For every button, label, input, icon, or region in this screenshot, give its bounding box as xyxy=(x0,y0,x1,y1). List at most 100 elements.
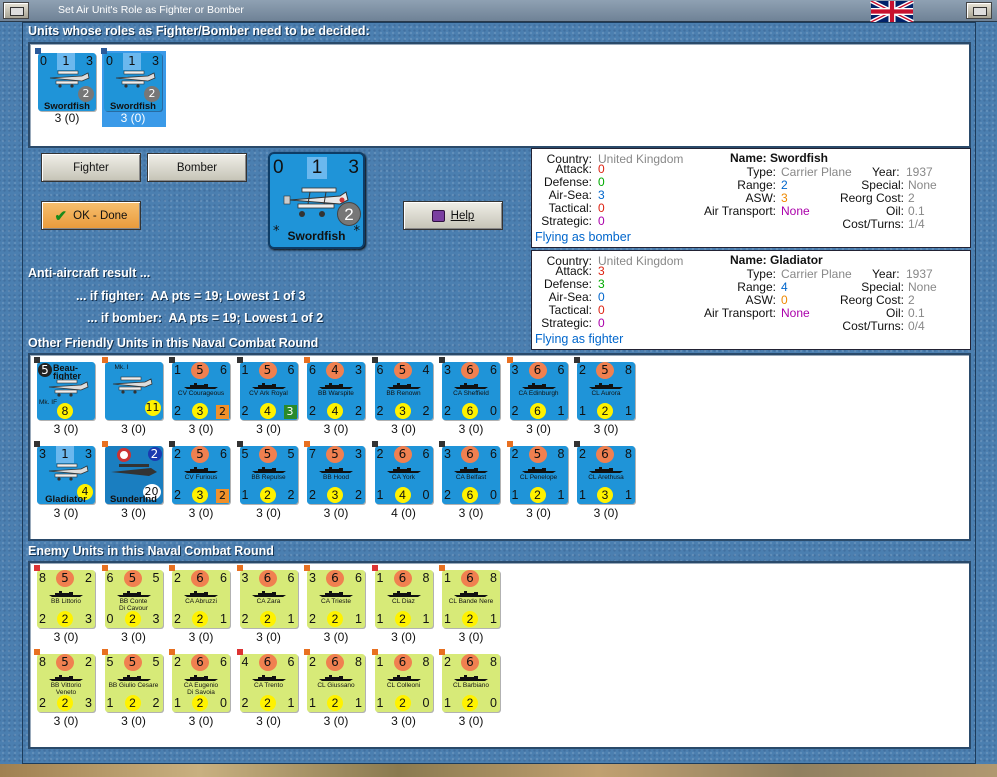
unit-circle-value: 2 xyxy=(78,86,94,102)
unit-attack: 5 xyxy=(38,363,52,377)
undecided-unit[interactable]: 0 1 3 2 Swordfish 3 (0) xyxy=(101,48,166,127)
friendly-unit-counter[interactable]: 2 5 6 CV Furious 2 3 2 xyxy=(169,441,230,504)
unit-range: 3 xyxy=(355,363,362,377)
unit-counter[interactable]: 0 1 3 2 Swordfish xyxy=(101,48,162,111)
friendly-unit-counter[interactable]: Mk. I 11 xyxy=(101,357,163,420)
unit-circle-value: 2 xyxy=(144,86,160,102)
unit-counter[interactable]: 0 1 3 2 Swordfish xyxy=(35,48,96,111)
friendly-unit-counter[interactable]: 5 Beau- fighter Mk. IF 8 xyxy=(34,357,95,420)
unit-attack: 7 xyxy=(309,447,316,461)
enemy-unit-counter[interactable]: 2 6 6 CA Eugenio Di Savoia 1 2 0 xyxy=(169,649,230,712)
unit-range: 8 xyxy=(625,363,632,377)
unit-aa-value: 2 xyxy=(259,695,276,711)
unit-attack: 2 xyxy=(579,447,586,461)
enemy-unit-counter[interactable]: 2 6 8 CL Barbiano 1 2 0 xyxy=(439,649,500,712)
unit-name: CA Sheffield xyxy=(453,390,489,397)
enemy-unit-counter[interactable]: 8 5 2 BB Littorio 2 2 3 xyxy=(34,565,95,628)
unit-aa-value: 2 xyxy=(462,611,478,627)
unit-range: 3 xyxy=(85,447,92,461)
enemy-unit-counter[interactable]: 8 5 2 BB Vittorio Veneto 2 2 3 xyxy=(34,649,95,712)
friendly-unit-counter[interactable]: 3 6 6 CA Edinburgh 2 6 1 xyxy=(506,357,568,420)
unit-count: 3 (0) xyxy=(323,422,349,436)
friendly-unit-counter[interactable]: 1 5 6 CV Courageous 2 3 2 xyxy=(169,357,230,420)
enemy-unit-counter[interactable]: 1 6 8 CL Colleoni 1 2 0 xyxy=(371,649,433,712)
ship-silhouette-icon xyxy=(386,675,421,681)
unit-name: BB Renown xyxy=(386,390,421,397)
friendly-unit-counter[interactable]: 2 5 8 CL Aurora 1 2 1 xyxy=(574,357,635,420)
enemy-unit-counter[interactable]: 5 5 5 BB Giulio Cesare 1 2 2 xyxy=(101,649,163,712)
unit-attack: 3 xyxy=(39,447,46,461)
friendly-unit-counter[interactable]: 2 5 8 CL Penelope 1 2 1 xyxy=(506,441,568,504)
unit-speed: 0 xyxy=(490,696,497,710)
unit-count: 3 (0) xyxy=(391,422,416,436)
unit-strength: 4 xyxy=(326,362,344,379)
friendly-unit-counter[interactable]: 6 4 3 BB Warspite 2 4 2 xyxy=(304,357,365,420)
unit-strength: 6 xyxy=(393,446,412,463)
friendly-unit-counter[interactable]: 6 5 4 BB Renown 2 3 2 xyxy=(371,357,433,420)
friendly-unit-counter[interactable]: 2 20 SunderInd xyxy=(101,441,163,504)
unit-defense: 2 xyxy=(444,404,451,418)
unit-strength: 6 xyxy=(461,446,479,463)
unit-range: 6 xyxy=(220,571,227,585)
bomber-button[interactable]: Bomber xyxy=(147,153,247,182)
friendly-unit-counter[interactable]: 7 5 3 BB Hood 2 3 2 xyxy=(304,441,365,504)
unit-count: 4 (0) xyxy=(391,506,416,520)
unit-name: Gladiator xyxy=(45,494,87,505)
ship-silhouette-icon xyxy=(116,675,151,681)
ship-silhouette-icon xyxy=(184,467,218,473)
enemy-unit-counter[interactable]: 3 6 6 CA Zara 2 2 1 xyxy=(236,565,298,628)
ship-silhouette-icon xyxy=(386,383,421,389)
unit-strength: 5 xyxy=(123,654,142,671)
unit-defense: 1 xyxy=(579,404,586,418)
friendly-unit-counter[interactable]: 2 6 8 CL Arethusa 1 3 1 xyxy=(574,441,635,504)
ok-done-button[interactable]: ✔ OK - Done xyxy=(41,201,141,230)
unit-attack: 1 xyxy=(376,571,384,585)
unit-strength: 6 xyxy=(258,654,277,671)
close-button[interactable] xyxy=(966,2,992,19)
unit-attack: 2 xyxy=(376,447,384,461)
uk-flag-icon xyxy=(870,1,914,22)
unit-count: 3 (0) xyxy=(53,630,79,644)
fighter-button[interactable]: Fighter xyxy=(41,153,141,182)
unit-attack: 6 xyxy=(376,363,384,377)
unit-count: 3 (0) xyxy=(121,714,146,728)
help-button[interactable]: Help xyxy=(403,201,503,230)
unit-defense: 2 xyxy=(444,488,451,502)
ship-silhouette-icon xyxy=(319,467,353,473)
enemy-unit-counter[interactable]: 1 6 8 CL Bande Nere 1 2 1 xyxy=(439,565,500,628)
selected-unit-star-right: * xyxy=(353,224,361,239)
unit-attack: 1 xyxy=(241,363,249,377)
enemy-unit-counter[interactable]: 2 6 6 CA Abruzzi 2 2 1 xyxy=(169,565,230,628)
unit-attack: 3 xyxy=(444,447,451,461)
friendly-unit-counter[interactable]: 5 5 5 BB Repulse 1 2 2 xyxy=(236,441,298,504)
unit-aa-value: 6 xyxy=(462,487,478,503)
unit-range: 6 xyxy=(287,363,295,377)
unit-range: 6 xyxy=(220,655,227,669)
enemy-unit-counter[interactable]: 3 6 6 CA Trieste 2 2 1 xyxy=(304,565,365,628)
friendly-unit-counter[interactable]: 3 6 6 CA Belfast 2 6 0 xyxy=(439,441,500,504)
unit-defense: 1 xyxy=(511,488,519,502)
unit-name: CA Belfast xyxy=(455,474,487,481)
enemy-unit-counter[interactable]: 2 6 8 CL Giussano 1 2 1 xyxy=(304,649,365,712)
system-menu-button[interactable] xyxy=(3,2,29,19)
unit-speed: 1 xyxy=(355,696,362,710)
window-title: Set Air Unit's Role as Fighter or Bomber xyxy=(58,4,244,16)
friendly-unit-counter[interactable]: 1 5 6 CV Ark Royal 2 4 3 xyxy=(236,357,298,420)
unit-aa-value: 2 xyxy=(462,695,478,711)
enemy-unit-counter[interactable]: 6 5 5 BB Conte Di Cavour 0 2 3 xyxy=(101,565,163,628)
enemy-unit-counter[interactable]: 1 6 8 CL Diaz 1 2 1 xyxy=(371,565,433,628)
ship-silhouette-icon xyxy=(184,383,218,389)
friendly-unit-counter[interactable]: 3 6 6 CA Sheffield 2 6 0 xyxy=(439,357,500,420)
friendly-unit-counter[interactable]: 3 1 3 4 Gladiator xyxy=(34,441,95,505)
unit-name: CL Giussano xyxy=(317,682,355,689)
friendly-unit-counter[interactable]: 2 6 6 CA York 1 4 0 xyxy=(371,441,433,504)
unit-attack: 0 xyxy=(106,54,113,68)
enemy-unit-counter[interactable]: 4 6 6 CA Trento 2 2 1 xyxy=(236,649,298,712)
undecided-unit[interactable]: 0 1 3 2 Swordfish 3 (0) xyxy=(35,48,100,127)
enemy-header: Enemy Units in this Naval Combat Round xyxy=(28,544,274,558)
unit-range: 2 xyxy=(85,571,92,585)
unit-info-swordfish: Country: United Kingdom Attack: 0 Defense: 0 A… xyxy=(531,148,971,248)
unit-defense: 2 xyxy=(376,404,384,418)
unit-count: 3 (0) xyxy=(188,630,214,644)
unit-attack: 3 xyxy=(309,571,316,585)
